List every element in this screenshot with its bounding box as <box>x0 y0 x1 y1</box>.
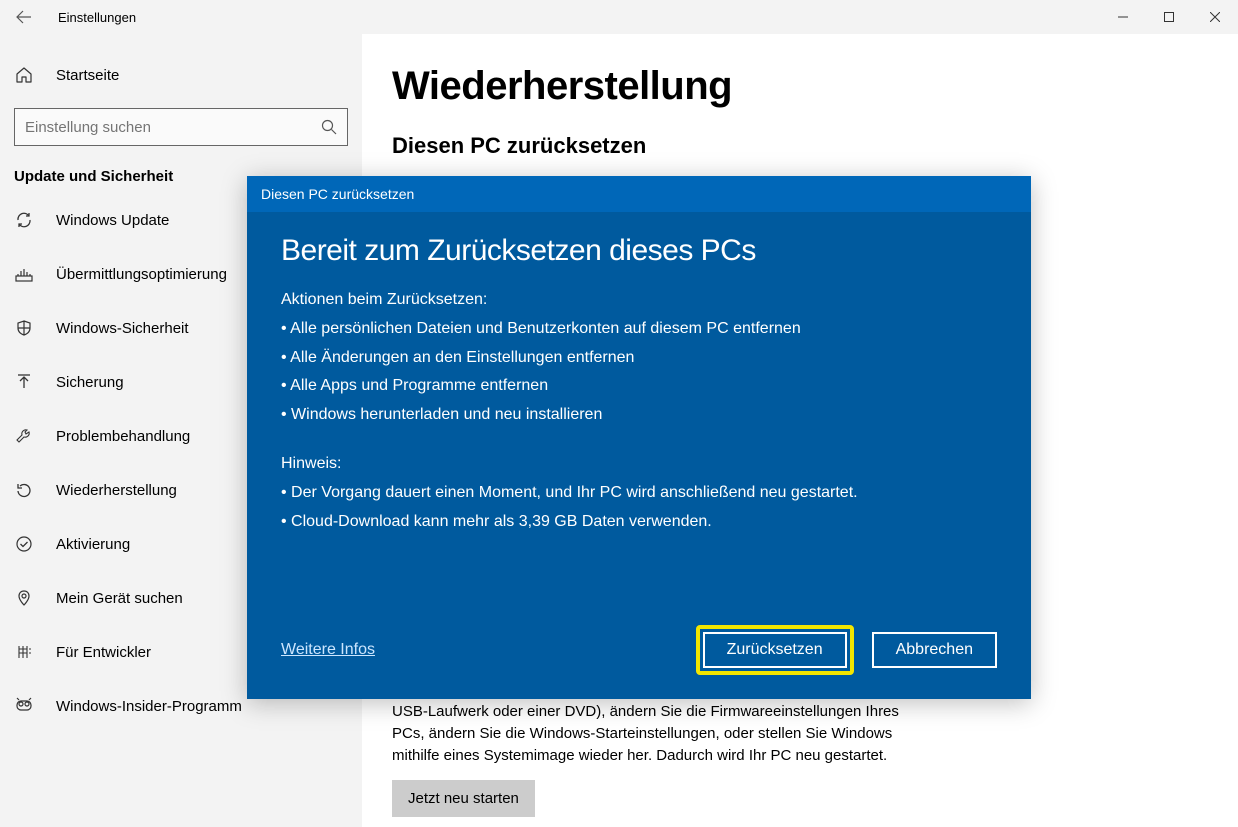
section-title: Diesen PC zurücksetzen <box>392 133 1198 159</box>
wrench-icon <box>14 427 34 445</box>
sidebar-home-label: Startseite <box>56 67 119 84</box>
insider-icon <box>14 697 34 715</box>
highlight-frame: Zurücksetzen <box>696 625 854 675</box>
close-icon <box>1210 12 1220 22</box>
dialog-bullet: • Alle persönlichen Dateien und Benutzer… <box>281 315 997 344</box>
sidebar-item-label: Windows-Sicherheit <box>56 320 189 337</box>
more-info-link[interactable]: Weitere Infos <box>281 641 375 659</box>
page-title: Wiederherstellung <box>392 64 1198 109</box>
minimize-button[interactable] <box>1100 2 1146 32</box>
dialog-bullet: • Alle Apps und Programme entfernen <box>281 372 997 401</box>
sidebar-item-label: Für Entwickler <box>56 644 151 661</box>
sidebar-item-label: Übermittlungsoptimierung <box>56 266 227 283</box>
maximize-button[interactable] <box>1146 2 1192 32</box>
sidebar-item-label: Windows Update <box>56 212 169 229</box>
dialog-bullet: • Windows herunterladen und neu installi… <box>281 401 997 430</box>
sidebar-item-label: Problembehandlung <box>56 428 190 445</box>
dialog-note-head: Hinweis: <box>281 450 997 479</box>
restart-now-button[interactable]: Jetzt neu starten <box>392 780 535 817</box>
sidebar-home[interactable]: Startseite <box>0 48 362 102</box>
home-icon <box>14 66 34 84</box>
check-circle-icon <box>14 535 34 553</box>
reset-button[interactable]: Zurücksetzen <box>703 632 847 668</box>
back-button[interactable] <box>0 0 48 34</box>
sidebar-item-label: Aktivierung <box>56 536 130 553</box>
close-button[interactable] <box>1192 2 1238 32</box>
backup-icon <box>14 373 34 391</box>
search-input[interactable] <box>25 119 321 136</box>
advanced-startup-text: USB-Laufwerk oder einer DVD), ändern Sie… <box>392 701 912 766</box>
minimize-icon <box>1118 12 1128 22</box>
dialog-title: Bereit zum Zurücksetzen dieses PCs <box>281 234 997 268</box>
dialog-bullet: • Alle Änderungen an den Einstellungen e… <box>281 344 997 373</box>
sidebar-item-label: Wiederherstellung <box>56 482 177 499</box>
sidebar-item-label: Mein Gerät suchen <box>56 590 183 607</box>
sidebar-item-label: Sicherung <box>56 374 124 391</box>
shield-icon <box>14 319 34 337</box>
dialog-note: • Cloud-Download kann mehr als 3,39 GB D… <box>281 508 997 537</box>
search-input-wrap[interactable] <box>14 108 348 146</box>
dialog-note: • Der Vorgang dauert einen Moment, und I… <box>281 479 997 508</box>
location-icon <box>14 589 34 607</box>
recovery-icon <box>14 481 34 499</box>
titlebar: Einstellungen <box>0 0 1238 34</box>
dialog-actions-head: Aktionen beim Zurücksetzen: <box>281 286 997 315</box>
sidebar-item-label: Windows-Insider-Programm <box>56 698 242 715</box>
developer-icon <box>14 643 34 661</box>
delivery-icon <box>14 265 34 283</box>
arrow-left-icon <box>16 9 32 25</box>
sync-icon <box>14 211 34 229</box>
dialog-titlebar: Diesen PC zurücksetzen <box>247 176 1031 212</box>
search-icon <box>321 119 337 135</box>
maximize-icon <box>1164 12 1174 22</box>
reset-dialog: Diesen PC zurücksetzen Bereit zum Zurück… <box>247 176 1031 699</box>
cancel-button[interactable]: Abbrechen <box>872 632 997 668</box>
window-title: Einstellungen <box>58 10 136 25</box>
